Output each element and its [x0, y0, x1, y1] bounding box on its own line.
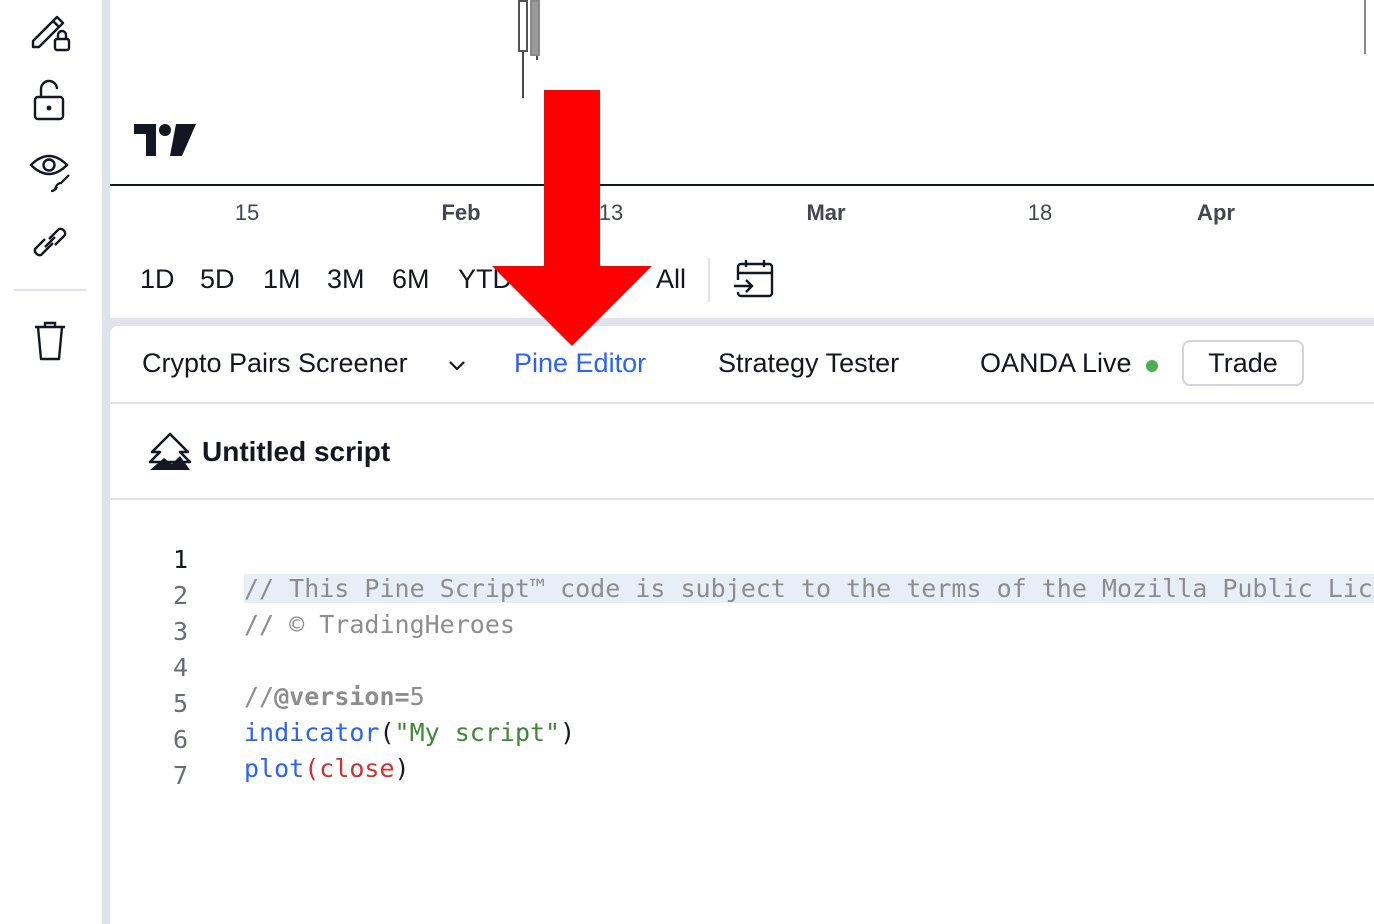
range-separator — [708, 258, 710, 302]
time-tick: 18 — [1027, 200, 1053, 225]
connection-status-dot — [1146, 360, 1158, 372]
script-header: Untitled script — [110, 404, 1374, 500]
calendar-goto-icon[interactable] — [732, 258, 776, 300]
range-5y-button[interactable]: 5Y — [590, 264, 623, 295]
lock-drawings-button[interactable] — [22, 2, 78, 58]
range-5d-button[interactable]: 5D — [200, 264, 235, 295]
tradingview-logo[interactable] — [134, 122, 196, 158]
code-line: 3 — [110, 588, 1374, 646]
hide-drawings-button[interactable] — [22, 144, 78, 200]
range-6m-button[interactable]: 6M — [392, 264, 430, 295]
chain-link-icon — [33, 227, 67, 257]
tab-strategy-tester[interactable]: Strategy Tester — [718, 348, 899, 379]
left-toolbar — [0, 0, 102, 924]
toolbar-separator — [14, 289, 86, 291]
price-scale-edge — [1364, 0, 1366, 54]
range-1d-button[interactable]: 1D — [140, 264, 175, 295]
candle-body — [518, 0, 528, 52]
code-line: 5 indicator("My script") — [110, 660, 1374, 747]
trash-icon — [35, 321, 65, 361]
tab-pine-editor[interactable]: Pine Editor — [514, 348, 646, 379]
line-number: 7 — [172, 761, 188, 790]
range-1m-button[interactable]: 1M — [263, 264, 301, 295]
time-tick: Apr — [1197, 200, 1235, 225]
time-tick: 15 — [234, 200, 260, 225]
time-tick: 13 — [598, 200, 624, 225]
range-all-button[interactable]: All — [656, 264, 686, 295]
pencil-lock-icon — [31, 15, 71, 52]
remove-drawings-button[interactable] — [22, 312, 78, 368]
bottom-panel: Crypto Pairs Screener Pine Editor Strate… — [110, 326, 1374, 924]
sync-drawings-button[interactable] — [22, 214, 78, 270]
chevron-down-icon[interactable] — [446, 354, 468, 376]
script-title[interactable]: Untitled script — [202, 436, 390, 468]
code-line: 2 // © TradingHeroes — [110, 552, 1374, 639]
tab-oanda-live[interactable]: OANDA Live — [980, 348, 1132, 379]
date-range-bar: 1D 5D 1M 3M 6M YTD 1Y 5Y All — [110, 242, 1374, 318]
code-line: 7 — [110, 732, 1374, 790]
bottom-tab-bar: Crypto Pairs Screener Pine Editor Strate… — [110, 326, 1374, 404]
range-3m-button[interactable]: 3M — [327, 264, 365, 295]
code-editor[interactable]: 1 // This Pine Script™ code is subject t… — [110, 516, 1374, 924]
eye-brush-icon — [29, 154, 70, 193]
trade-button[interactable]: Trade — [1182, 340, 1304, 386]
code-line: 1 // This Pine Script™ code is subject t… — [110, 516, 1374, 603]
code-line: 4 //@version=5 — [110, 624, 1374, 711]
chart-pane[interactable] — [110, 0, 1374, 184]
time-tick: Feb — [441, 200, 481, 225]
range-ytd-button[interactable]: YTD — [458, 264, 512, 295]
lock-all-button[interactable] — [22, 72, 78, 128]
tab-crypto-pairs-screener[interactable]: Crypto Pairs Screener — [142, 348, 408, 379]
range-1y-button[interactable]: 1Y — [535, 264, 568, 295]
code-line: 6 plot(close) — [110, 696, 1374, 783]
padlock-open-icon — [33, 79, 65, 121]
candle-body — [530, 0, 540, 56]
time-axis[interactable]: 15 Feb 13 Mar 18 Apr — [110, 184, 1374, 244]
time-tick: Mar — [806, 200, 846, 225]
pine-tree-icon — [148, 432, 192, 470]
